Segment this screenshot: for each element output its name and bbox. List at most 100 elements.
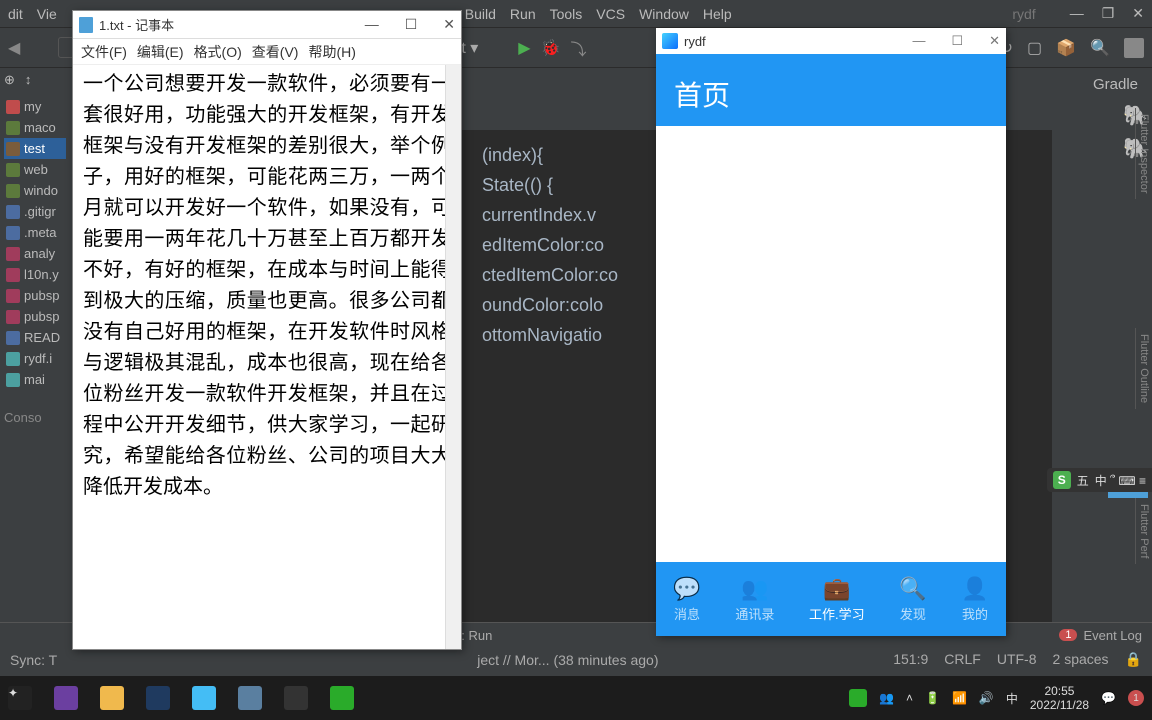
indent[interactable]: 2 spaces	[1053, 651, 1109, 668]
attach-icon[interactable]: ⤵	[570, 36, 586, 60]
run-icon[interactable]: ▶	[518, 38, 530, 58]
notepad-textarea[interactable]: 一个公司想要开发一款软件，必须要有一套很好用，功能强大的开发框架，有开发框架与没…	[73, 65, 461, 649]
tree-item-label: mai	[24, 372, 45, 387]
tree-item[interactable]: mai	[4, 369, 66, 390]
debug-icon[interactable]: 🐞	[541, 38, 561, 58]
app-header-title: 首页	[674, 74, 730, 114]
notepad-window: 1.txt - 记事本 — ☐ ✕ 文件(F) 编辑(E) 格式(O) 查看(V…	[72, 10, 462, 650]
console-tab[interactable]: Conso	[4, 410, 66, 425]
vs-icon[interactable]	[54, 686, 78, 710]
line-ending[interactable]: CRLF	[944, 651, 981, 668]
menu-tools[interactable]: Tools	[550, 6, 583, 22]
menu-vcs[interactable]: VCS	[596, 6, 625, 22]
project-tree[interactable]: ⊕ ↕ mymacotestwebwindo.gitigr.metaanalyl…	[0, 68, 70, 608]
tree-item[interactable]: web	[4, 159, 66, 180]
file-icon	[6, 121, 20, 135]
nav-item[interactable]: 👤我的	[961, 576, 988, 623]
project-name: rydf	[1012, 6, 1035, 22]
tree-item[interactable]: pubsp	[4, 306, 66, 327]
tree-item[interactable]: analy	[4, 243, 66, 264]
tray-lang-icon[interactable]: 中	[1006, 690, 1018, 707]
search-icon[interactable]: 🔍	[1090, 38, 1110, 58]
minimize-icon[interactable]: —	[1070, 5, 1084, 22]
tray-notif-icon[interactable]: 💬	[1101, 691, 1116, 705]
ime-tray-icon[interactable]	[849, 689, 867, 707]
flutter-icon[interactable]	[192, 686, 216, 710]
tree-item[interactable]: READ	[4, 327, 66, 348]
taskbar-clock[interactable]: 20:55 2022/11/28	[1030, 684, 1089, 712]
tree-item[interactable]: test	[4, 138, 66, 159]
tree-item[interactable]: my	[4, 96, 66, 117]
emu-minimize-icon[interactable]: —	[912, 33, 925, 49]
tree-item[interactable]: windo	[4, 180, 66, 201]
tray-battery-icon[interactable]: 🔋	[925, 691, 940, 705]
cursor-position[interactable]: 151:9	[893, 651, 928, 668]
nav-item[interactable]: 🔍发现	[899, 576, 926, 623]
tree-item[interactable]: maco	[4, 117, 66, 138]
explorer-icon[interactable]	[100, 686, 124, 710]
menu-run[interactable]: Run	[510, 6, 536, 22]
nav-item[interactable]: 👥通讯录	[735, 576, 774, 623]
wechat-icon[interactable]	[330, 686, 354, 710]
nav-item[interactable]: 💬消息	[673, 576, 700, 623]
notepad-titlebar[interactable]: 1.txt - 记事本 — ☐ ✕	[73, 11, 461, 39]
menu-view[interactable]: Vie	[37, 6, 57, 22]
np-minimize-icon[interactable]: —	[365, 16, 379, 33]
file-icon	[6, 142, 20, 156]
ime-mode[interactable]: 五	[1077, 472, 1089, 489]
tree-item[interactable]: .gitigr	[4, 201, 66, 222]
ime-badge[interactable]: S 五 中 ՞ ⌨ ≡	[1047, 468, 1152, 492]
tree-item[interactable]: rydf.i	[4, 348, 66, 369]
menu-window[interactable]: Window	[639, 6, 689, 22]
notes-icon[interactable]	[238, 686, 262, 710]
nav-back-icon[interactable]: ◀	[8, 38, 20, 58]
maximize-icon[interactable]: ❐	[1102, 5, 1115, 22]
file-icon	[6, 205, 20, 219]
np-menu-format[interactable]: 格式(O)	[194, 42, 242, 62]
tray-people-icon[interactable]: 👥	[879, 691, 894, 705]
avd-icon[interactable]: ▢	[1027, 38, 1042, 58]
gradle-panel-title[interactable]: Gradle	[1056, 76, 1148, 93]
tree-collapse-icon[interactable]: ↕	[25, 72, 32, 88]
notepad-scrollbar[interactable]	[445, 65, 461, 649]
emu-maximize-icon[interactable]: ☐	[951, 33, 963, 49]
nav-label: 发现	[900, 604, 926, 623]
menu-build[interactable]: Build	[465, 6, 496, 22]
flutter-perf-tab[interactable]: Flutter Perf	[1135, 498, 1152, 564]
nav-item[interactable]: 💼工作.学习	[809, 576, 865, 623]
cube-icon[interactable]: 📦	[1056, 38, 1076, 58]
nav-label: 通讯录	[735, 604, 774, 623]
np-menu-view[interactable]: 查看(V)	[252, 42, 299, 62]
tree-item[interactable]: l10n.y	[4, 264, 66, 285]
np-menu-edit[interactable]: 编辑(E)	[137, 42, 184, 62]
encoding[interactable]: UTF-8	[997, 651, 1037, 668]
menu-edit[interactable]: dit	[8, 6, 23, 22]
app-icon-7[interactable]	[284, 686, 308, 710]
tray-badge-icon[interactable]: 1	[1128, 690, 1144, 706]
np-menu-file[interactable]: 文件(F)	[81, 42, 127, 62]
clock-date: 2022/11/28	[1030, 698, 1089, 712]
flutter-outline-tab[interactable]: Flutter Outline	[1135, 328, 1152, 409]
tray-up-icon[interactable]: ˄	[906, 691, 913, 705]
app-body[interactable]	[656, 126, 1006, 562]
avatar-icon[interactable]	[1124, 38, 1144, 58]
emulator-titlebar[interactable]: rydf — ☐ ✕	[656, 28, 1006, 54]
git-status[interactable]: ject // Mor... (38 minutes ago)	[477, 652, 658, 668]
flutter-inspector-tab[interactable]: Flutter Inspector	[1135, 108, 1152, 199]
np-maximize-icon[interactable]: ☐	[405, 16, 418, 33]
ime-extras[interactable]: 中 ՞ ⌨ ≡	[1095, 472, 1146, 489]
np-close-icon[interactable]: ✕	[443, 16, 455, 33]
app-icon-4[interactable]	[146, 686, 170, 710]
event-log-tab[interactable]: Event Log	[1083, 628, 1142, 643]
tree-target-icon[interactable]: ⊕	[4, 72, 15, 88]
np-menu-help[interactable]: 帮助(H)	[308, 42, 355, 62]
tray-wifi-icon[interactable]: 📶	[952, 691, 967, 705]
lock-icon[interactable]: 🔒	[1125, 651, 1142, 668]
tray-volume-icon[interactable]: 🔊	[979, 691, 994, 705]
emu-close-icon[interactable]: ✕	[989, 33, 1000, 49]
tree-item[interactable]: .meta	[4, 222, 66, 243]
close-icon[interactable]: ✕	[1132, 5, 1144, 22]
tree-item[interactable]: pubsp	[4, 285, 66, 306]
start-icon[interactable]: ✦	[8, 686, 32, 710]
menu-help[interactable]: Help	[703, 6, 732, 22]
